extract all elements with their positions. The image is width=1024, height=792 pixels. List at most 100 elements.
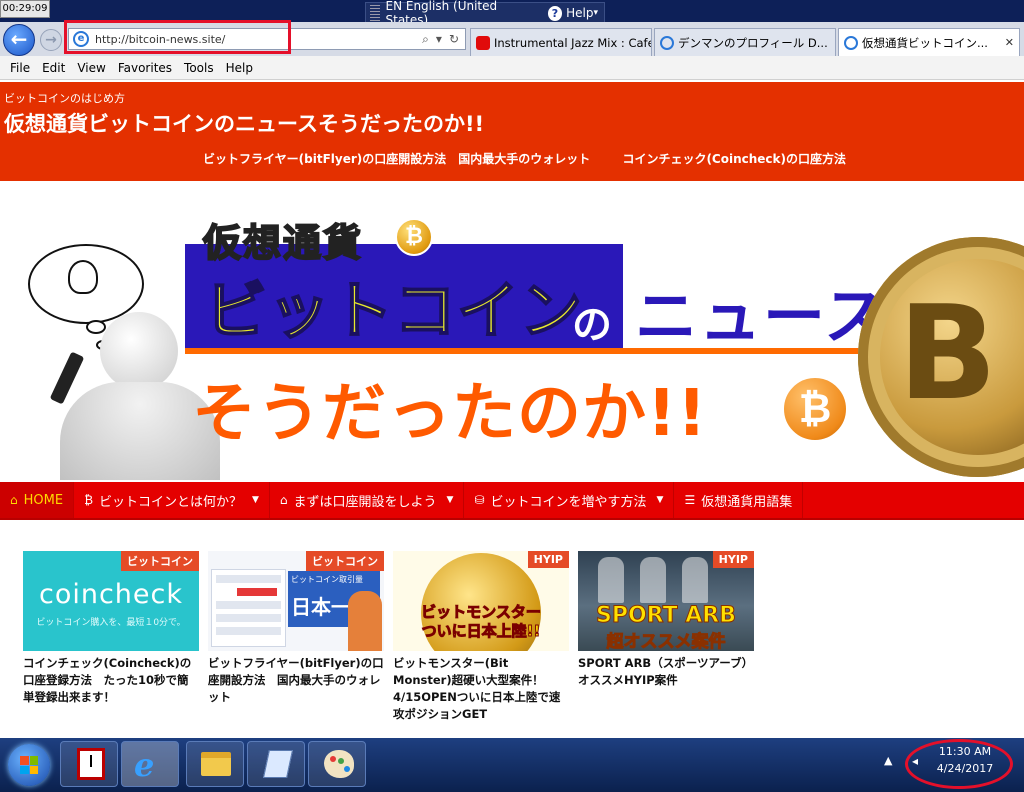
menu-bar: File Edit View Favorites Tools Help — [0, 56, 1024, 80]
nav-label: HOME — [23, 492, 64, 508]
site-title-link[interactable]: 仮想通貨ビットコインのニュースそうだったのか!! — [4, 108, 484, 138]
address-highlight-annotation — [64, 20, 291, 54]
thumbnail-line2: ついに日本上陸!! — [421, 622, 541, 641]
nav-grow-bitcoin[interactable]: ⛁ ビットコインを増やす方法 ▼ — [464, 482, 675, 518]
banner-line-virtual-currency: 仮想通貨 — [202, 220, 364, 266]
language-help-link[interactable]: Help — [566, 6, 593, 20]
nav-label: ビットコインとは何か？ — [98, 494, 242, 510]
hero-banner[interactable]: 仮想通貨 ₿ ビットコイン の ニュース そうだったのか!! ₿ B — [0, 182, 1024, 480]
article-title-link[interactable]: ビットフライヤー(bitFlyer)の口座開設方法 国内最大手のウォレット — [208, 655, 384, 706]
show-hidden-icons-icon[interactable]: ▲ — [884, 754, 892, 767]
taskbar-clock-app[interactable] — [60, 741, 118, 787]
bitcoin-icon: ₿ — [84, 493, 93, 507]
chevron-down-icon[interactable]: ▾ — [436, 32, 442, 47]
menu-file[interactable]: File — [4, 61, 36, 75]
menu-favorites[interactable]: Favorites — [112, 61, 178, 75]
windows-logo-icon — [20, 756, 38, 774]
start-button[interactable] — [8, 744, 50, 786]
paint-palette-icon — [324, 750, 354, 778]
article-title-link[interactable]: ビットモンスター(Bit Monster)超硬い大型案件！4/15OPENついに… — [393, 655, 569, 723]
nav-glossary[interactable]: ☰ 仮想通貨用語集 — [674, 482, 804, 518]
nav-label: 仮想通貨用語集 — [701, 494, 793, 510]
figure-head-illustration — [100, 312, 178, 390]
nav-label: ビットコインを増やす方法 — [490, 494, 647, 510]
taskbar-notepad[interactable] — [247, 741, 305, 787]
bitcoin-symbol-icon: B — [898, 277, 998, 429]
site-nav: ⌂ HOME ₿ ビットコインとは何か？ ▼ ⌂ まずは口座開設をしよう ▼ ⛁… — [0, 482, 1024, 520]
thumbnail-headline: ビットモンスター ついに日本上陸!! — [393, 603, 569, 641]
article-thumbnail[interactable]: ビットコイン取引量 日本一 ビットコイン — [208, 551, 384, 651]
drag-grip-icon[interactable] — [370, 5, 380, 21]
article-card-bitflyer[interactable]: ビットコイン取引量 日本一 ビットコイン ビットフライヤー(bitFlyer)の… — [208, 551, 384, 706]
windows-taskbar: e ▲ ◂ 11:30 AM 4/24/2017 — [0, 738, 1024, 792]
thumbnail-line2: 超オススメ案件 — [606, 632, 726, 652]
thought-dot — [86, 320, 106, 334]
menu-tools[interactable]: Tools — [178, 61, 220, 75]
menu-edit[interactable]: Edit — [36, 61, 71, 75]
menu-help[interactable]: Help — [220, 61, 259, 75]
caret-down-icon: ▼ — [446, 495, 454, 505]
recording-timer: 00:29:09 — [0, 0, 50, 18]
thumbnail-tagline: ビットコイン購入を、最短１0分で。 — [36, 618, 186, 628]
language-bar-options-icon[interactable]: ▾ — [593, 8, 598, 18]
search-icon[interactable]: ⌕ — [422, 32, 429, 47]
header-link-coincheck[interactable]: コインチェック(Coincheck)の口座方法 — [622, 152, 846, 166]
refresh-icon[interactable]: ↻ — [449, 32, 459, 47]
tab-label: デンマンのプロフィール D... — [678, 35, 828, 50]
article-title-link[interactable]: SPORT ARB（スポーツアーブ）オススメHYIP案件 — [578, 655, 754, 689]
article-list: coincheck ビットコイン購入を、最短１0分で。 ビットコイン コインチェ… — [0, 520, 1024, 738]
athlete-illustration — [682, 557, 708, 603]
article-card-bitmonster[interactable]: ビットモンスター ついに日本上陸!! HYIP ビットモンスター(Bit Mon… — [393, 551, 569, 723]
ie-icon — [844, 35, 858, 50]
article-card-sport-arb[interactable]: SPORT ARB 超オススメ案件 HYIP SPORT ARB（スポーツアーブ… — [578, 551, 754, 689]
tab-label: 仮想通貨ビットコイン... — [862, 35, 988, 50]
language-bar[interactable]: EN English (United States) ? Help ▾ — [365, 0, 605, 27]
back-button[interactable]: ← — [3, 24, 35, 56]
person-illustration — [348, 591, 382, 651]
ie-icon — [660, 35, 674, 50]
site-header: ビットコインのはじめ方 仮想通貨ビットコインのニュースそうだったのか!! ビット… — [0, 82, 1024, 181]
signup-form-illustration — [211, 569, 286, 647]
nav-home[interactable]: ⌂ HOME — [0, 482, 75, 518]
nav-what-is-bitcoin[interactable]: ₿ ビットコインとは何か？ ▼ — [74, 482, 270, 518]
category-badge[interactable]: ビットコイン — [121, 551, 199, 571]
menu-view[interactable]: View — [71, 61, 111, 75]
forward-button[interactable]: → — [40, 29, 62, 51]
tab-jazz-mix[interactable]: Instrumental Jazz Mix : Cafe... — [470, 28, 652, 56]
coincheck-logo: coincheck — [38, 579, 184, 610]
banner-connector: の — [572, 302, 612, 348]
article-thumbnail[interactable]: ビットモンスター ついに日本上陸!! HYIP — [393, 551, 569, 651]
taskbar-paint[interactable] — [308, 741, 366, 787]
category-badge[interactable]: HYIP — [712, 551, 754, 568]
category-badge[interactable]: ビットコイン — [306, 551, 384, 571]
tab-label: Instrumental Jazz Mix : Cafe... — [494, 35, 652, 50]
header-link-bitflyer[interactable]: ビットフライヤー(bitFlyer)の口座開設方法 国内最大手のウォレット — [203, 152, 590, 166]
list-icon: ☰ — [684, 493, 696, 507]
category-badge[interactable]: HYIP — [527, 551, 569, 568]
taskbar-file-explorer[interactable] — [186, 741, 244, 787]
tab-denman-profile[interactable]: デンマンのプロフィール D... — [654, 28, 836, 56]
caret-down-icon: ▼ — [656, 495, 664, 505]
help-icon[interactable]: ? — [547, 5, 563, 21]
banner-line-exclaim: そうだったのか!! — [192, 377, 708, 451]
header-links: ビットフライヤー(bitFlyer)の口座開設方法 国内最大手のウォレット コイ… — [203, 150, 874, 167]
lightbulb-icon — [68, 260, 98, 294]
article-thumbnail[interactable]: coincheck ビットコイン購入を、最短１0分で。 ビットコイン — [23, 551, 199, 651]
coins-icon: ⛁ — [474, 493, 485, 507]
banner-line-news: ニュース — [635, 280, 888, 353]
clock-app-icon — [77, 748, 105, 780]
bank-icon: ⌂ — [279, 493, 288, 507]
thumbnail-line1: ビットモンスター — [421, 603, 542, 622]
nav-open-account[interactable]: ⌂ まずは口座開設をしよう ▼ — [270, 482, 465, 518]
article-thumbnail[interactable]: SPORT ARB 超オススメ案件 HYIP — [578, 551, 754, 651]
banner-line-bitcoin: ビットコイン — [204, 273, 584, 348]
article-title-link[interactable]: コインチェック(Coincheck)の口座登録方法 たった10秒で簡単登録出来ま… — [23, 655, 199, 706]
bitcoin-coin-icon: ₿ — [782, 376, 848, 442]
athlete-illustration — [598, 557, 624, 603]
tab-bitcoin-news[interactable]: 仮想通貨ビットコイン... ✕ — [838, 28, 1020, 56]
article-card-coincheck[interactable]: coincheck ビットコイン購入を、最短１0分で。 ビットコイン コインチェ… — [23, 551, 199, 706]
close-tab-icon[interactable]: ✕ — [999, 36, 1014, 49]
promo-caption: ビットコイン取引量 — [291, 575, 363, 584]
folder-icon — [201, 752, 231, 776]
taskbar-internet-explorer[interactable]: e — [121, 741, 179, 787]
